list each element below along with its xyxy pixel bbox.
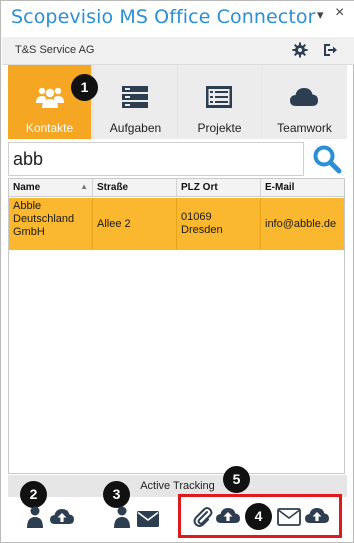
- contacts-icon: [36, 87, 64, 108]
- cell-name: Abble Deutschland GmbH: [9, 198, 93, 250]
- cell-street-text: Allee 2: [97, 217, 131, 230]
- pane-options-button[interactable]: ▾: [317, 7, 324, 23]
- cell-email: info@abble.de: [261, 198, 344, 250]
- results-table: Name ▲ Straße PLZ Ort E-Mail Abble Deuts…: [8, 178, 345, 474]
- tab-label: Teamwork: [277, 121, 332, 135]
- callout-5: 5: [223, 466, 250, 493]
- active-tracking-label[interactable]: Active Tracking: [8, 480, 347, 492]
- tasks-icon: [122, 86, 148, 108]
- close-pane-button[interactable]: ×: [335, 5, 344, 21]
- envelope-icon[interactable]: [136, 510, 160, 528]
- tab-label: Aufgaben: [109, 121, 162, 135]
- table-header: Name ▲ Straße PLZ Ort E-Mail: [9, 179, 344, 197]
- cloud-icon: [290, 88, 318, 106]
- cloud-upload-icon[interactable]: [304, 506, 330, 524]
- title-bar: Scopevisio MS Office Connector ▾ ×: [1, 1, 354, 37]
- cell-street: Allee 2: [93, 198, 177, 250]
- search-icon[interactable]: [311, 143, 343, 175]
- envelope-outline-icon[interactable]: [277, 508, 301, 526]
- sort-ascending-icon: ▲: [80, 182, 88, 191]
- callout-3: 3: [103, 481, 130, 508]
- logout-icon[interactable]: [322, 42, 338, 58]
- tab-label: Projekte: [197, 121, 242, 135]
- cell-email-text: info@abble.de: [265, 217, 337, 230]
- cell-zip-city: 01069 Dresden: [177, 198, 261, 250]
- callout-1: 1: [71, 74, 98, 101]
- callout-4: 4: [245, 503, 272, 530]
- table-row[interactable]: Abble Deutschland GmbH Allee 2 01069 Dre…: [9, 198, 344, 250]
- contact-person-icon[interactable]: [114, 506, 130, 528]
- module-tabs: Kontakte Aufgaben Projekte Teamwork: [8, 65, 347, 139]
- tab-projekte[interactable]: Projekte: [178, 65, 261, 139]
- paperclip-icon[interactable]: [193, 506, 213, 528]
- addin-pane: Scopevisio MS Office Connector ▾ × T&S S…: [0, 0, 354, 543]
- company-bar: T&S Service AG: [2, 37, 354, 65]
- contact-person-icon[interactable]: [27, 506, 43, 528]
- projects-icon: [206, 86, 232, 108]
- column-header-email[interactable]: E-Mail: [261, 179, 344, 197]
- gear-icon[interactable]: [292, 42, 308, 58]
- cell-zip: 01069: [181, 211, 212, 223]
- column-header-label: Name: [13, 182, 41, 193]
- cloud-upload-icon[interactable]: [49, 507, 75, 525]
- column-header-street[interactable]: Straße: [93, 179, 177, 197]
- tab-teamwork[interactable]: Teamwork: [262, 65, 347, 139]
- cloud-upload-icon[interactable]: [215, 506, 241, 524]
- callout-2: 2: [20, 481, 47, 508]
- app-title: Scopevisio MS Office Connector: [11, 6, 316, 28]
- tab-label: Kontakte: [25, 121, 74, 135]
- tab-aufgaben[interactable]: Aufgaben: [94, 65, 177, 139]
- company-name: T&S Service AG: [15, 44, 95, 56]
- column-header-name[interactable]: Name ▲: [9, 179, 93, 197]
- column-header-zip-city[interactable]: PLZ Ort: [177, 179, 261, 197]
- search-input[interactable]: [8, 142, 304, 176]
- cell-city: Dresden: [181, 224, 223, 236]
